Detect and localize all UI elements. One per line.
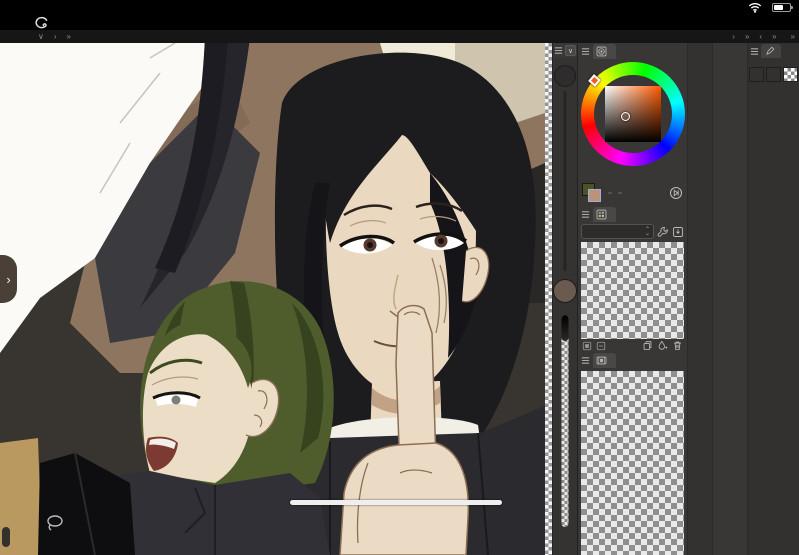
canvas[interactable]: › (0, 43, 552, 555)
sub-color-swatch[interactable] (588, 189, 601, 202)
battery-icon (772, 3, 793, 12)
color-wheel[interactable] (578, 60, 687, 180)
clip-studio-logo[interactable] (34, 16, 49, 29)
swap-small-icon[interactable] (596, 341, 606, 351)
tool-tab[interactable] (761, 44, 781, 58)
sv-square[interactable] (605, 86, 661, 142)
paste-icon[interactable] (642, 340, 653, 351)
color-set-grid[interactable] (581, 242, 684, 339)
tool-palette (748, 43, 799, 555)
chevrons-right-icon[interactable]: » (67, 32, 71, 41)
ipad-status-bar (0, 0, 799, 15)
selection-launcher (2, 527, 10, 547)
color-a-knob[interactable] (554, 65, 576, 87)
transparent-color-swatch[interactable] (783, 67, 798, 82)
updown-icon: ⌃ ⌄ (644, 226, 650, 237)
color-set-footer (578, 339, 687, 352)
menu-bar (0, 15, 799, 30)
canvas-transparent-edge (545, 43, 552, 555)
chevrons-right-icon[interactable]: » (745, 32, 749, 41)
tool-grid (748, 59, 799, 61)
tool-palette-header (748, 43, 799, 59)
canvas-chevrons: ∨ › » (38, 30, 71, 43)
hsv-readout (578, 180, 687, 206)
color-mode-toggle-icon[interactable] (669, 186, 683, 200)
panel-icon-strip (713, 43, 748, 555)
tool-color-swatches (748, 67, 799, 82)
hamburger-icon[interactable] (581, 47, 590, 56)
trash-icon[interactable] (672, 340, 683, 351)
artwork (0, 43, 552, 555)
main-area: › ∨ ⌃ ⌄ (0, 43, 799, 555)
color-set-dropdown[interactable]: ⌃ ⌄ (581, 224, 654, 239)
collapse-slider-button[interactable]: ∨ (565, 45, 576, 56)
color-palettes: ⌃ ⌄ (578, 43, 688, 555)
document-tab-bar: ∨ › » › » ‹ » » (0, 30, 799, 43)
color-history-grid[interactable] (581, 371, 684, 555)
palette-small-icon[interactable] (582, 341, 592, 351)
color-set-controls: ⌃ ⌄ (578, 223, 687, 240)
main-color-swatch[interactable] (749, 67, 764, 82)
color-set-tab[interactable] (593, 207, 616, 222)
sv-cursor[interactable] (621, 112, 630, 121)
blend-slider-track[interactable] (563, 91, 567, 271)
opacity-slider-track[interactable] (561, 315, 569, 527)
palette-chevrons: › » ‹ » (732, 30, 776, 43)
chevron-left-icon[interactable]: ‹ (759, 32, 762, 41)
chevrons-right-icon[interactable]: » (791, 32, 795, 41)
saturation-label (608, 192, 612, 194)
chevron-right-icon[interactable]: › (54, 32, 57, 41)
add-droplet-icon[interactable] (657, 340, 668, 351)
hamburger-icon[interactable] (554, 46, 563, 55)
palette-icon-strip (688, 43, 713, 555)
color-history-tab[interactable] (593, 353, 616, 368)
wrench-icon[interactable] (657, 226, 669, 238)
chevron-down-icon[interactable]: ∨ (38, 32, 44, 41)
value-label (618, 192, 622, 194)
wifi-icon (748, 2, 762, 13)
hamburger-icon[interactable] (581, 356, 590, 365)
hamburger-icon[interactable] (750, 47, 759, 56)
color-set-header (578, 206, 687, 223)
tool-chevron: » (791, 30, 795, 43)
opacity-slider-thumb[interactable] (561, 315, 569, 341)
sub-color-swatch[interactable] (766, 67, 781, 82)
color-wheel-header (578, 43, 687, 60)
chevrons-right-icon[interactable]: » (772, 32, 776, 41)
slider-palette: ∨ (552, 43, 578, 555)
color-history-header (578, 352, 687, 369)
hamburger-icon[interactable] (581, 210, 590, 219)
chevron-right-icon[interactable]: › (732, 32, 735, 41)
chevron-right-icon: › (6, 271, 11, 287)
color-wheel-tab[interactable] (593, 44, 616, 59)
color-b-knob[interactable] (553, 279, 577, 303)
fg-bg-swatches[interactable] (582, 183, 602, 203)
palette-dock-handle[interactable]: › (0, 255, 17, 303)
home-indicator[interactable] (290, 500, 502, 505)
import-icon[interactable] (672, 226, 684, 238)
clip-studio-paint-window: ∨ › » › » ‹ » » › ∨ ⌃ ⌄ (0, 0, 799, 555)
